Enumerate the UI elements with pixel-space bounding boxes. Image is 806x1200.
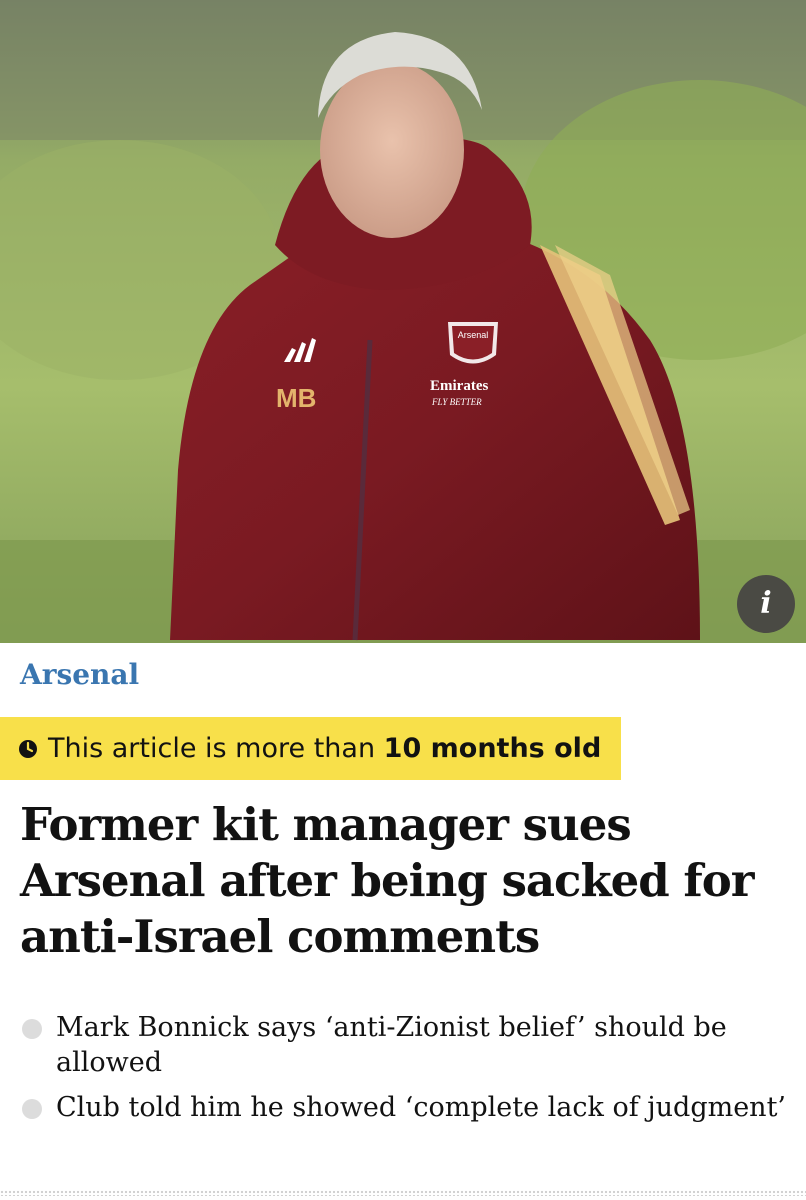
clock-icon bbox=[19, 739, 37, 758]
age-warning-age: 10 months old bbox=[383, 733, 602, 764]
dotted-divider bbox=[0, 1190, 806, 1196]
standfirst-item: Club told him he showed ‘complete lack o… bbox=[20, 1090, 790, 1125]
bullet-icon bbox=[22, 1099, 42, 1119]
jacket-sponsor-tagline: FLY BETTER bbox=[431, 397, 482, 407]
article-standfirst: Mark Bonnick says ‘anti-Zionist belief’ … bbox=[20, 1010, 790, 1135]
jacket-crest-text: Arsenal bbox=[458, 330, 489, 340]
section-link-arsenal[interactable]: Arsenal bbox=[20, 658, 139, 691]
article-headline: Former kit manager sues Arsenal after be… bbox=[20, 798, 754, 963]
jacket-initials: MB bbox=[276, 383, 316, 413]
image-info-button[interactable]: i bbox=[737, 575, 795, 633]
bullet-icon bbox=[22, 1019, 42, 1039]
standfirst-item-text: Club told him he showed ‘complete lack o… bbox=[56, 1092, 787, 1123]
age-warning-prefix: This article is more than bbox=[48, 733, 376, 764]
article-age-warning: This article is more than 10 months old bbox=[0, 717, 622, 780]
jacket-sponsor: Emirates bbox=[430, 378, 488, 394]
hero-photo: Arsenal MB Emirates FLY BETTER bbox=[0, 0, 806, 643]
standfirst-item-text: Mark Bonnick says ‘anti-Zionist belief’ … bbox=[56, 1012, 727, 1078]
standfirst-item: Mark Bonnick says ‘anti-Zionist belief’ … bbox=[20, 1010, 790, 1080]
hero-image: Arsenal MB Emirates FLY BETTER i bbox=[0, 0, 806, 643]
